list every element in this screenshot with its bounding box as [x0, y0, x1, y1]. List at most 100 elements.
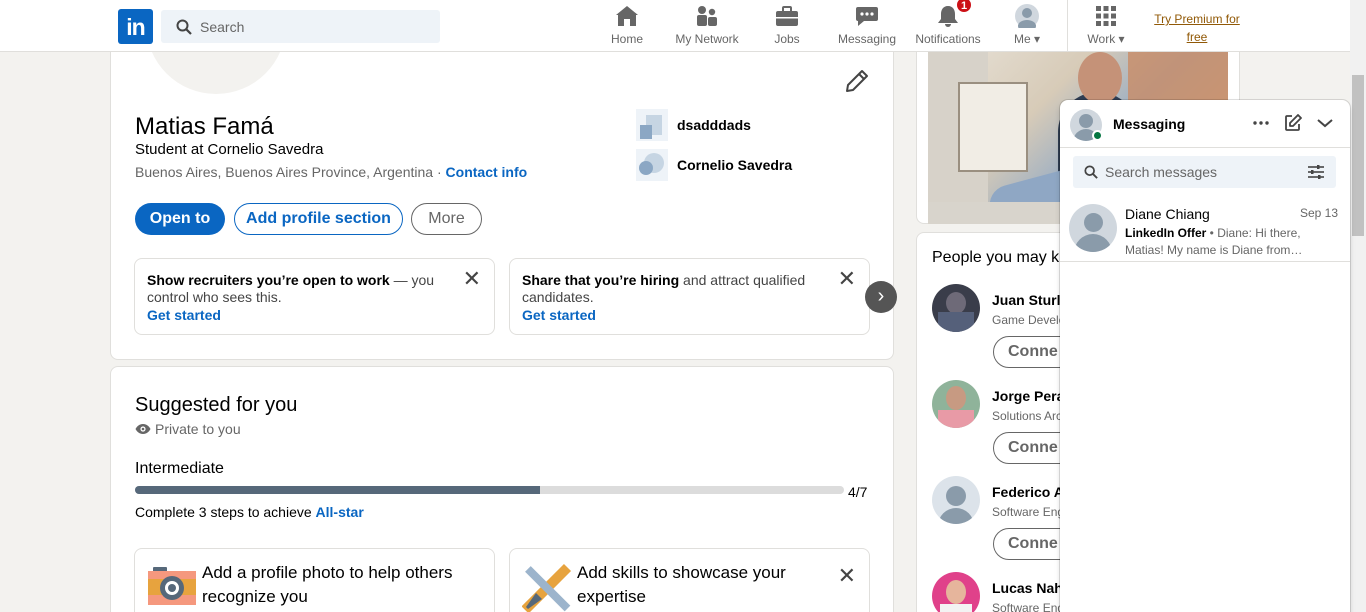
- person-title: Software Eng: [992, 505, 1065, 519]
- edit-pencil-icon[interactable]: [845, 69, 869, 93]
- chevron-down-icon[interactable]: [1316, 113, 1334, 133]
- search-bar[interactable]: [161, 10, 440, 43]
- person-title: Game Develo: [992, 313, 1066, 327]
- close-icon[interactable]: ✕: [463, 268, 481, 290]
- nav-work[interactable]: Work ▾: [1082, 0, 1130, 52]
- nav-messaging[interactable]: Messaging: [835, 0, 899, 52]
- close-icon[interactable]: ✕: [838, 565, 856, 587]
- nav-label: My Network: [675, 32, 739, 46]
- nav-label: Jobs: [774, 32, 800, 46]
- avatar[interactable]: [932, 476, 980, 524]
- progress-fill: [135, 486, 541, 494]
- person-name[interactable]: Federico A: [992, 484, 1064, 500]
- open-to-button[interactable]: Open to: [135, 203, 225, 235]
- more-button[interactable]: More: [411, 203, 482, 235]
- all-star-link[interactable]: All-star: [316, 504, 364, 520]
- experience-label: dsadddads: [677, 117, 751, 133]
- chevron-right-icon[interactable]: ›: [865, 281, 897, 313]
- scrollbar-thumb[interactable]: [1352, 75, 1364, 236]
- grid-icon: [1096, 6, 1116, 26]
- messaging-search[interactable]: [1073, 156, 1336, 188]
- more-options-icon[interactable]: [1252, 113, 1270, 133]
- network-icon: [697, 6, 717, 26]
- add-profile-section-button[interactable]: Add profile section: [234, 203, 403, 235]
- progress-fraction: 4/7: [848, 484, 868, 500]
- avatar[interactable]: [932, 284, 980, 332]
- eye-icon: [135, 424, 151, 434]
- messaging-header[interactable]: Messaging: [1060, 100, 1350, 148]
- conversation-item[interactable]: Diane Chiang Sep 13 LinkedIn Offer • Dia…: [1060, 198, 1350, 262]
- profile-headline: Student at Cornelio Savedra: [135, 141, 324, 158]
- pymk-title: People you may k: [932, 249, 1060, 266]
- messaging-title: Messaging: [1113, 116, 1186, 132]
- person-name[interactable]: Juan Sturla: [992, 292, 1068, 308]
- task-card[interactable]: Add a profile photo to help others recog…: [134, 548, 495, 612]
- nav-notifications[interactable]: 1 Notifications: [912, 0, 984, 52]
- experience-item[interactable]: dsadddads: [636, 109, 751, 141]
- task-text: Add a profile photo to help others recog…: [202, 563, 453, 606]
- avatar: [1069, 204, 1117, 252]
- education-label: Cornelio Savedra: [677, 157, 793, 173]
- top-nav: in Home My Network Jobs Messaging 1 Noti…: [0, 0, 1350, 52]
- close-icon[interactable]: ✕: [838, 268, 856, 290]
- profile-strength-level: Intermediate: [135, 460, 224, 477]
- search-icon: [176, 19, 192, 35]
- profile-strength-bar: [135, 486, 844, 494]
- conversation-name: Diane Chiang: [1125, 206, 1210, 222]
- person-title: Solutions Arc: [992, 409, 1063, 423]
- hiring-promo: Share that you’re hiring and attract qua…: [509, 258, 870, 335]
- linkedin-logo[interactable]: in: [118, 9, 153, 44]
- compose-icon[interactable]: [1284, 113, 1302, 133]
- home-icon: [616, 6, 638, 26]
- tools-icon: [522, 563, 572, 612]
- filter-icon[interactable]: [1308, 165, 1324, 179]
- nav-jobs[interactable]: Jobs: [768, 0, 806, 52]
- messaging-icon: [856, 7, 878, 26]
- get-started-link[interactable]: Get started: [522, 307, 829, 324]
- task-card[interactable]: Add skills to showcase your expertise ✕: [509, 548, 870, 612]
- nav-me[interactable]: Me ▾: [1006, 0, 1048, 52]
- nav-label: Home: [610, 32, 643, 46]
- open-to-work-promo: Show recruiters you’re open to work — yo…: [134, 258, 495, 335]
- education-item[interactable]: Cornelio Savedra: [636, 149, 792, 181]
- steps-text: Complete 3 steps to achieve All-star: [135, 504, 364, 520]
- search-input[interactable]: [200, 18, 430, 35]
- avatar[interactable]: [932, 380, 980, 428]
- page-scrollbar[interactable]: [1350, 0, 1366, 612]
- search-messages-input[interactable]: [1105, 164, 1305, 180]
- person-title: Software Eng: [992, 601, 1065, 612]
- contact-info-link[interactable]: Contact info: [446, 164, 528, 180]
- avatar[interactable]: [932, 572, 980, 612]
- task-text: Add skills to showcase your expertise: [577, 563, 786, 606]
- school-logo-icon: [636, 149, 668, 181]
- try-premium-link[interactable]: Try Premium for free: [1148, 10, 1246, 46]
- profile-location: Buenos Aires, Buenos Aires Province, Arg…: [135, 164, 434, 180]
- promo-title: Show recruiters you’re open to work: [147, 272, 390, 288]
- nav-home[interactable]: Home: [606, 0, 648, 52]
- chevron-down-icon: ▾: [1033, 32, 1041, 46]
- privacy-label: Private to you: [135, 421, 241, 437]
- nav-label: Notifications: [915, 32, 981, 46]
- offer-tag: LinkedIn Offer: [1125, 226, 1207, 240]
- get-started-link[interactable]: Get started: [147, 307, 454, 324]
- conversation-date: Sep 13: [1300, 206, 1339, 220]
- notification-badge: 1: [956, 0, 972, 13]
- promo-title: Share that you’re hiring: [522, 272, 680, 288]
- briefcase-icon: [776, 6, 798, 26]
- chevron-down-icon: ▾: [1118, 32, 1125, 46]
- camera-icon: [148, 567, 196, 605]
- separator: ·: [433, 164, 446, 180]
- person-name[interactable]: Jorge Peral: [992, 388, 1068, 404]
- profile-name: Matias Famá: [135, 113, 274, 140]
- online-status-icon: [1092, 130, 1103, 141]
- conversation-preview: LinkedIn Offer • Diane: Hi there, Matias…: [1125, 225, 1315, 259]
- search-icon: [1084, 165, 1098, 179]
- nav-label: Work: [1087, 32, 1116, 46]
- profile-location-row: Buenos Aires, Buenos Aires Province, Arg…: [135, 164, 527, 180]
- steps-prefix: Complete 3 steps to achieve: [135, 504, 316, 520]
- nav-my-network[interactable]: My Network: [670, 0, 744, 52]
- avatar: [1015, 4, 1039, 28]
- nav-divider: [1067, 0, 1068, 52]
- suggested-title: Suggested for you: [135, 394, 298, 416]
- nav-label: Me: [1013, 32, 1031, 46]
